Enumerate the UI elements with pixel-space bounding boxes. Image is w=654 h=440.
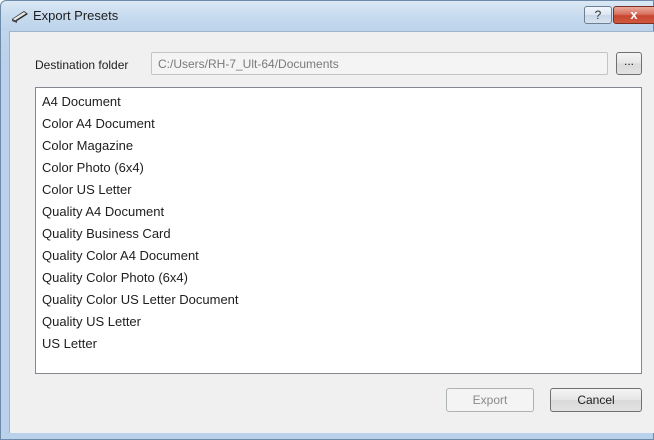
dialog-body: Destination folder C:/Users/RH-7_Ult-64/… [9,31,654,433]
export-presets-dialog: Export Presets ? x Destination folder C:… [0,0,654,440]
preset-item[interactable]: Color Photo (6x4) [42,157,641,179]
destination-folder-field[interactable]: C:/Users/RH-7_Ult-64/Documents [151,52,608,75]
preset-item[interactable]: Quality A4 Document [42,201,641,223]
preset-item[interactable]: Quality Color US Letter Document [42,289,641,311]
help-button[interactable]: ? [584,6,612,24]
preset-item[interactable]: Quality Business Card [42,223,641,245]
browse-button[interactable]: ... [616,52,642,75]
preset-item[interactable]: US Letter [42,333,641,355]
preset-item[interactable]: A4 Document [42,91,641,113]
preset-list[interactable]: A4 Document Color A4 Document Color Maga… [35,87,642,374]
preset-item[interactable]: Quality Color Photo (6x4) [42,267,641,289]
preset-item[interactable]: Color A4 Document [42,113,641,135]
preset-item[interactable]: Quality Color A4 Document [42,245,641,267]
close-icon: x [630,7,638,22]
export-button[interactable]: Export [446,388,534,412]
preset-item[interactable]: Color US Letter [42,179,641,201]
cancel-button[interactable]: Cancel [550,388,642,412]
preset-item[interactable]: Color Magazine [42,135,641,157]
close-button[interactable]: x [613,6,654,24]
window-title: Export Presets [33,8,119,23]
preset-item[interactable]: Quality US Letter [42,311,641,333]
destination-folder-label: Destination folder [35,58,129,72]
title-bar[interactable]: Export Presets ? x [1,1,654,31]
scanner-icon [12,11,28,23]
